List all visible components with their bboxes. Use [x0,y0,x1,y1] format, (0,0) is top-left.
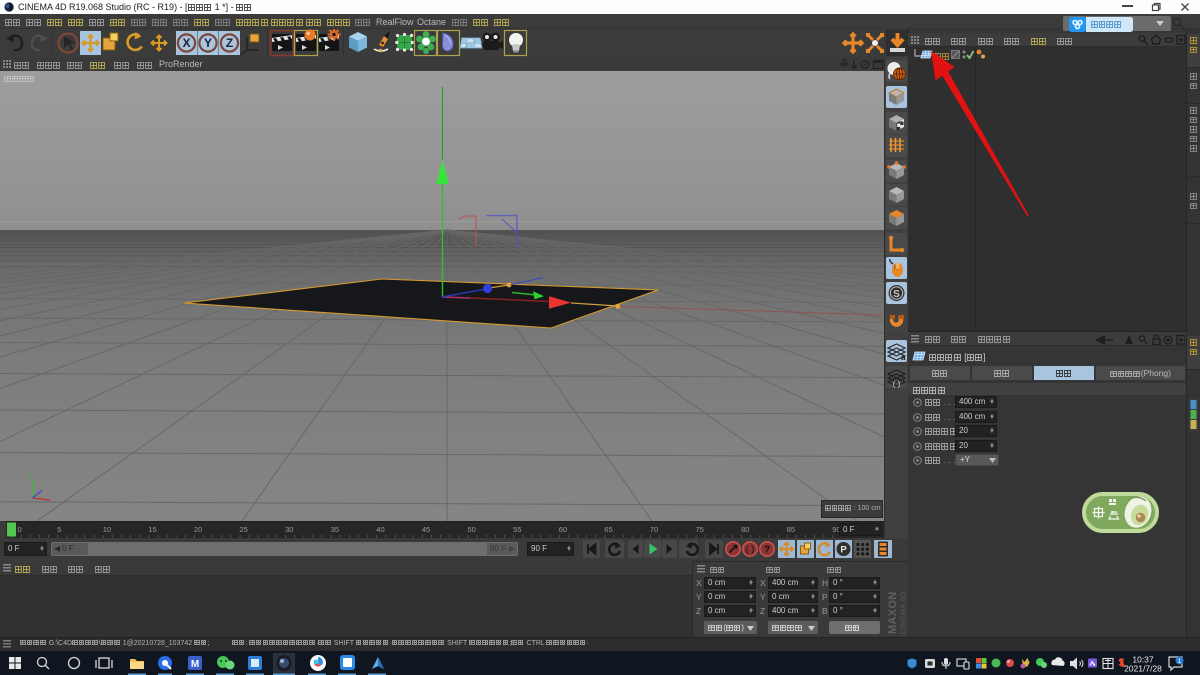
svg-text:M: M [191,659,199,670]
svg-text:25: 25 [240,525,248,534]
svg-text:( ): ( ) [746,544,755,554]
svg-text:45: 45 [422,525,430,534]
svg-text:80: 80 [741,525,749,534]
svg-text:65: 65 [604,525,612,534]
svg-text:50: 50 [468,525,476,534]
svg-text:S: S [893,289,900,300]
svg-text:X: X [182,36,190,50]
svg-text:55: 55 [513,525,521,534]
svg-text:60: 60 [559,525,567,534]
svg-text:2021/7/28: 2021/7/28 [1124,664,1162,674]
svg-text:40: 40 [376,525,384,534]
svg-text:30: 30 [285,525,293,534]
svg-text:15: 15 [148,525,156,534]
svg-text:P: P [840,545,847,556]
svg-text:( ): ( ) [892,380,900,389]
svg-text:10: 10 [103,525,111,534]
svg-text:85: 85 [787,525,795,534]
svg-text:Y: Y [204,36,212,50]
svg-text:Z: Z [226,36,233,50]
svg-text:a: a [901,353,906,362]
svg-text:70: 70 [650,525,658,534]
svg-text:0: 0 [18,525,22,534]
svg-text:5: 5 [57,525,61,534]
svg-text:Y: Y [28,474,32,480]
svg-text:20: 20 [194,525,202,534]
svg-text:1: 1 [1178,658,1182,665]
svg-text:35: 35 [331,525,339,534]
svg-text:75: 75 [696,525,704,534]
svg-text:?: ? [764,545,770,556]
